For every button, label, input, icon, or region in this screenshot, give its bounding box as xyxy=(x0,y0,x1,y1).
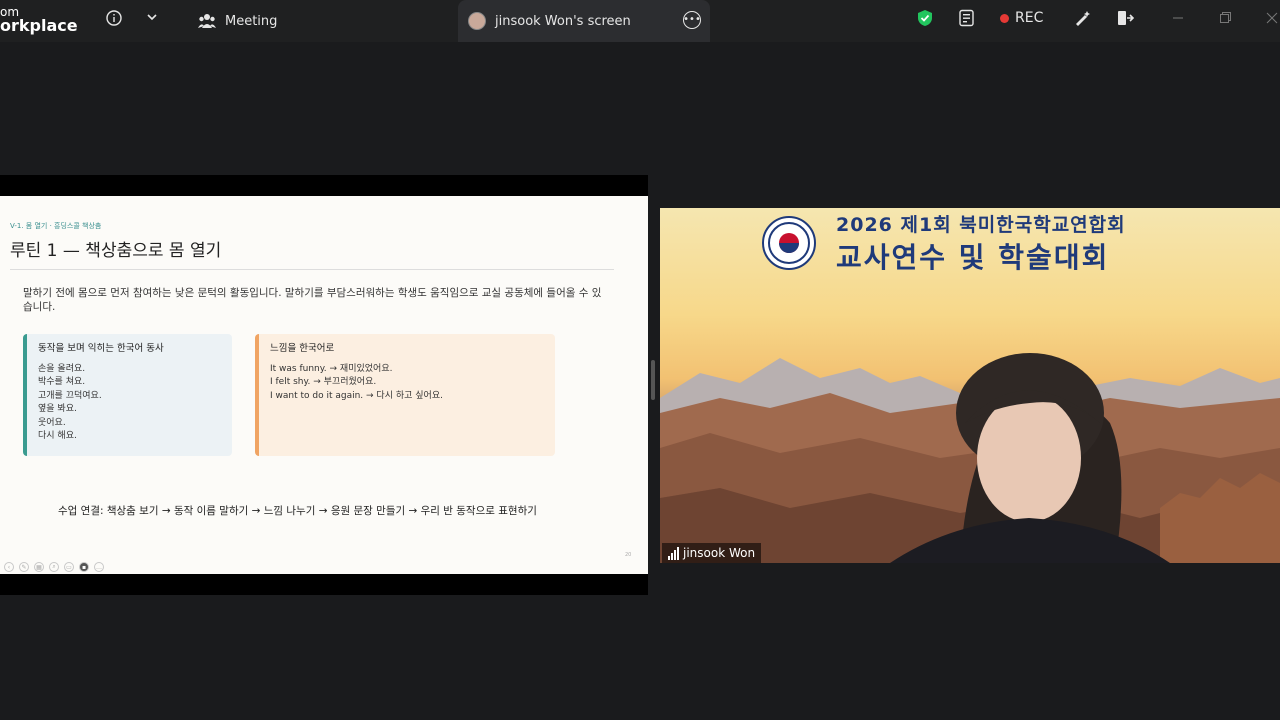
list-item: I want to do it again. → 다시 하고 싶어요. xyxy=(270,390,443,401)
slide-intro: 말하기 전에 몸으로 먼저 참여하는 낮은 문턱의 활동입니다. 말하기를 부담… xyxy=(23,287,602,313)
shared-slide: V-1. 몸 열기 · 흥딩스콜 책상춤 루틴 1 — 책상춤으로 몸 열기 말… xyxy=(0,196,648,574)
list-item: 다시 해요. xyxy=(38,431,77,441)
title-bar: om orkplace Meeting jinsook Won's screen… xyxy=(0,0,1280,42)
brand-line2: orkplace xyxy=(0,16,78,35)
verb-card-title: 동작을 보며 익히는 한국어 동사 xyxy=(38,343,164,354)
rec-label: REC xyxy=(1015,10,1044,26)
tab-shared-screen-label: jinsook Won's screen xyxy=(495,13,631,29)
feelings-card: 느낌을 한국어로 It was funny. → 재미있었어요. I felt … xyxy=(255,334,555,456)
annotate-icon[interactable] xyxy=(1072,8,1092,28)
slide-title: 루틴 1 — 책상춤으로 몸 열기 xyxy=(10,241,222,261)
shield-check-icon[interactable] xyxy=(915,8,935,28)
slide-breadcrumb: V-1. 몸 열기 · 흥딩스콜 책상춤 xyxy=(10,222,102,230)
pen-icon[interactable]: ✎ xyxy=(19,562,29,572)
info-icon[interactable] xyxy=(104,8,124,28)
tab-shared-screen[interactable]: jinsook Won's screen ••• xyxy=(458,0,710,42)
list-item: 옆을 봐요. xyxy=(38,404,77,414)
avatar xyxy=(468,12,486,30)
recording-indicator[interactable]: REC xyxy=(1000,10,1043,26)
participant-name-tag: jinsook Won xyxy=(662,543,762,563)
minimize-icon[interactable] xyxy=(1170,10,1186,26)
list-item: 고개를 끄덕여요. xyxy=(38,390,102,401)
prev-slide-icon[interactable]: ‹ xyxy=(4,562,14,572)
association-seal-icon xyxy=(762,216,816,270)
subtitles-icon[interactable]: ▭ xyxy=(64,562,74,572)
list-item: 웃어요. xyxy=(38,417,66,428)
more-options-icon[interactable]: ••• xyxy=(683,11,701,29)
list-item: 박수를 쳐요. xyxy=(38,377,86,387)
close-icon[interactable] xyxy=(1264,10,1280,26)
page-number: 20 xyxy=(625,552,632,558)
tab-meeting-label: Meeting xyxy=(225,13,278,29)
list-item: I felt shy. → 부끄러웠어요. xyxy=(270,377,377,387)
signal-strength-icon xyxy=(668,546,679,560)
feelings-card-title: 느낌을 한국어로 xyxy=(270,343,335,354)
participant-video: 2026 제1회 북미한국학교연합회 교사연수 및 학술대회 jinsook W… xyxy=(660,208,1280,563)
leave-icon[interactable] xyxy=(1115,8,1135,28)
lesson-flow: 수업 연결: 책상춤 보기 → 동작 이름 말하기 → 느낌 나누기 → 응원 … xyxy=(58,505,537,517)
more-options-icon[interactable]: … xyxy=(94,562,104,572)
chevron-down-icon[interactable] xyxy=(143,8,161,26)
banner-line2: 교사연수 및 학술대회 xyxy=(836,241,1110,274)
list-item: 손을 올려요. xyxy=(38,363,86,374)
verb-card: 동작을 보며 익히는 한국어 동사 손을 올려요. 박수를 쳐요. 고개를 끄덕… xyxy=(23,334,232,456)
list-item: It was funny. → 재미있었어요. xyxy=(270,363,393,374)
slide-divider xyxy=(10,269,614,270)
slides-grid-icon[interactable]: ▦ xyxy=(34,562,44,572)
app-brand: om orkplace xyxy=(0,5,78,35)
banner-line1: 2026 제1회 북미한국학교연합회 xyxy=(836,214,1126,236)
captions-icon[interactable]: ▪ xyxy=(79,562,89,572)
participant-name: jinsook Won xyxy=(683,546,756,560)
zoom-icon[interactable]: ⌕ xyxy=(49,562,59,572)
recording-dot-icon xyxy=(1000,13,1009,23)
slideshow-controls: ‹ ✎ ▦ ⌕ ▭ ▪ … xyxy=(4,562,104,572)
summary-icon[interactable] xyxy=(957,8,977,28)
tab-meeting[interactable]: Meeting xyxy=(188,0,452,42)
participants-icon xyxy=(198,14,216,28)
maximize-icon[interactable] xyxy=(1217,10,1233,26)
splitter-handle[interactable] xyxy=(651,360,655,400)
